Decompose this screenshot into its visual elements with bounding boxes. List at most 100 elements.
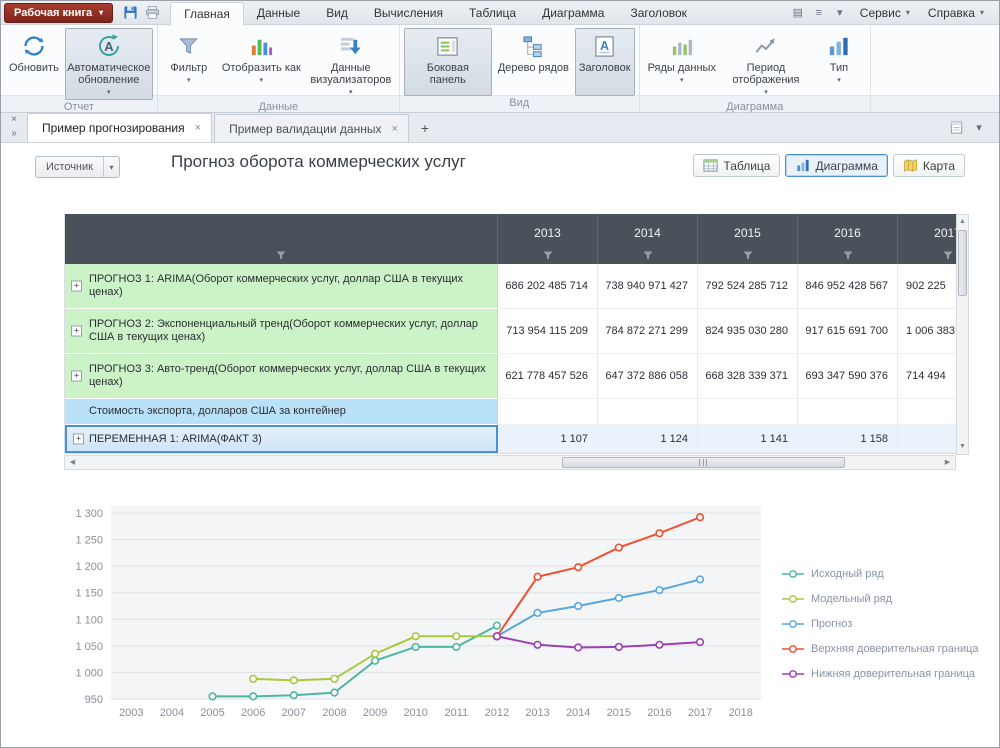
display-period-button[interactable]: Период отображения▾	[722, 28, 810, 100]
legend-item[interactable]: Прогноз	[781, 611, 979, 636]
source-dropdown[interactable]: Источник ▾	[35, 156, 120, 178]
data-cell[interactable]: 1 158	[798, 425, 898, 453]
filter-icon[interactable]	[643, 251, 653, 260]
legend-item[interactable]: Модельный ряд	[781, 586, 979, 611]
menu-tab[interactable]: Главная	[170, 2, 244, 26]
layout-icon[interactable]: ▤	[788, 3, 808, 23]
scrollbar-track[interactable]	[957, 297, 968, 440]
close-icon[interactable]: ×	[6, 114, 22, 127]
data-cell[interactable]: 824 935 030 280	[698, 309, 798, 354]
data-cell[interactable]: 846 952 428 567	[798, 264, 898, 309]
title-header-button[interactable]: AЗаголовок	[575, 28, 635, 96]
menu-tab[interactable]: Заголовок	[617, 2, 699, 25]
page-layout-icon[interactable]	[946, 117, 966, 137]
document-tab[interactable]: Пример валидации данных×	[214, 114, 409, 142]
data-cell[interactable]: 686 202 485 714	[498, 264, 598, 309]
scrollbar-thumb[interactable]	[958, 230, 967, 296]
scroll-up-icon[interactable]: ▲	[957, 215, 968, 229]
filter-icon[interactable]	[543, 251, 553, 260]
data-cell[interactable]: 621 778 457 526	[498, 354, 598, 399]
expand-icon[interactable]: +	[71, 281, 82, 292]
row-label-cell[interactable]: +ПРОГНОЗ 1: ARIMA(Оборот коммерческих ус…	[65, 264, 498, 309]
year-column-header[interactable]: 2013	[498, 214, 598, 264]
data-cell[interactable]: 668 328 339 371	[698, 354, 798, 399]
data-cell[interactable]: 693 347 590 376	[798, 354, 898, 399]
caret-down-icon[interactable]: ▾	[969, 117, 989, 137]
data-cell[interactable]	[898, 399, 956, 425]
scroll-right-icon[interactable]: ▶	[940, 456, 955, 469]
series-tree-button[interactable]: Дерево рядов	[494, 28, 573, 96]
table-view-button[interactable]: Таблица	[693, 154, 780, 177]
row-label-cell[interactable]: +ПРОГНОЗ 2: Экспоненциальный тренд(Оборо…	[65, 309, 498, 354]
filter-icon[interactable]	[943, 251, 953, 260]
document-tab[interactable]: Пример прогнозирования×	[27, 113, 212, 142]
data-cell[interactable]	[898, 425, 956, 453]
scroll-down-icon[interactable]: ▼	[957, 440, 968, 454]
chart-view-button[interactable]: Диаграмма	[785, 154, 887, 177]
filter-icon[interactable]	[843, 251, 853, 260]
refresh-button[interactable]: Обновить	[5, 28, 63, 100]
year-column-header[interactable]: 2014	[598, 214, 698, 264]
visualizer-data-button[interactable]: Данные визуализаторов▾	[307, 28, 395, 100]
year-column-header[interactable]: 2016	[798, 214, 898, 264]
menu-button[interactable]: Справка▾	[919, 6, 993, 20]
chevron-right-icon[interactable]: »	[6, 128, 22, 141]
data-cell[interactable]: 1 006 383	[898, 309, 956, 354]
data-cell[interactable]: 1 107	[498, 425, 598, 453]
expand-icon[interactable]: +	[71, 326, 82, 337]
table-corner-header[interactable]	[65, 214, 498, 264]
legend-item[interactable]: Верхняя доверительная граница	[781, 636, 979, 661]
filter-icon[interactable]	[743, 251, 753, 260]
save-button[interactable]	[120, 3, 140, 23]
close-tab-icon[interactable]: ×	[195, 122, 201, 134]
menu-tab[interactable]: Вычисления	[361, 2, 456, 25]
row-label-cell[interactable]: Стоимость экспорта, долларов США за конт…	[65, 399, 498, 425]
data-cell[interactable]: 902 225	[898, 264, 956, 309]
data-cell[interactable]: 917 615 691 700	[798, 309, 898, 354]
map-view-button[interactable]: Карта	[893, 154, 965, 177]
auto-refresh-button[interactable]: AАвтоматическое обновление▾	[65, 28, 153, 100]
new-tab-button[interactable]: +	[411, 115, 439, 142]
legend-item[interactable]: Исходный ряд	[781, 561, 979, 586]
display-as-button[interactable]: Отобразить как▾	[218, 28, 305, 100]
menu-tab[interactable]: Таблица	[456, 2, 529, 25]
data-cell[interactable]: 792 524 285 712	[698, 264, 798, 309]
scrollbar-track[interactable]	[80, 456, 940, 469]
data-cell[interactable]	[498, 399, 598, 425]
menu-button[interactable]: Сервис▾	[851, 6, 919, 20]
side-panel-button[interactable]: Боковая панель	[404, 28, 492, 96]
data-series-button[interactable]: Ряды данных▾	[644, 28, 720, 100]
caret-down-icon[interactable]: ▾	[830, 3, 850, 23]
menu-tab[interactable]: Вид	[313, 2, 361, 25]
menu-tab[interactable]: Данные	[244, 2, 313, 25]
workbook-menu-button[interactable]: Рабочая книга ▾	[4, 3, 113, 23]
vertical-scrollbar[interactable]: ▲ ▼	[956, 214, 969, 455]
year-column-header[interactable]: 2017	[898, 214, 956, 264]
chart-type-button[interactable]: Тип▾	[812, 28, 866, 100]
scrollbar-thumb[interactable]	[562, 457, 846, 468]
data-cell[interactable]: 1 124	[598, 425, 698, 453]
horizontal-scrollbar[interactable]: ◀ ▶	[64, 455, 956, 470]
data-cell[interactable]	[598, 399, 698, 425]
close-tab-icon[interactable]: ×	[391, 123, 397, 135]
data-cell[interactable]	[798, 399, 898, 425]
data-cell[interactable]: 784 872 271 299	[598, 309, 698, 354]
row-label-cell[interactable]: +ПЕРЕМЕННАЯ 1: ARIMA(ФАКТ 3)	[65, 425, 498, 453]
data-cell[interactable]: 1 141	[698, 425, 798, 453]
print-button[interactable]	[142, 3, 162, 23]
data-cell[interactable]: 713 954 115 209	[498, 309, 598, 354]
data-cell[interactable]: 714 494	[898, 354, 956, 399]
expand-icon[interactable]: +	[71, 371, 82, 382]
data-cell[interactable]: 738 940 971 427	[598, 264, 698, 309]
year-column-header[interactable]: 2015	[698, 214, 798, 264]
menu-icon[interactable]: ≡	[809, 3, 829, 23]
menu-tab[interactable]: Диаграмма	[529, 2, 617, 25]
filter-icon[interactable]	[276, 251, 286, 260]
data-cell[interactable]: 647 372 886 058	[598, 354, 698, 399]
filter-button[interactable]: Фильтр▾	[162, 28, 216, 100]
expand-icon[interactable]: +	[73, 434, 84, 445]
row-label-cell[interactable]: +ПРОГНОЗ 3: Авто-тренд(Оборот коммерческ…	[65, 354, 498, 399]
data-cell[interactable]	[698, 399, 798, 425]
legend-item[interactable]: Нижняя доверительная граница	[781, 661, 979, 686]
scroll-left-icon[interactable]: ◀	[65, 456, 80, 469]
